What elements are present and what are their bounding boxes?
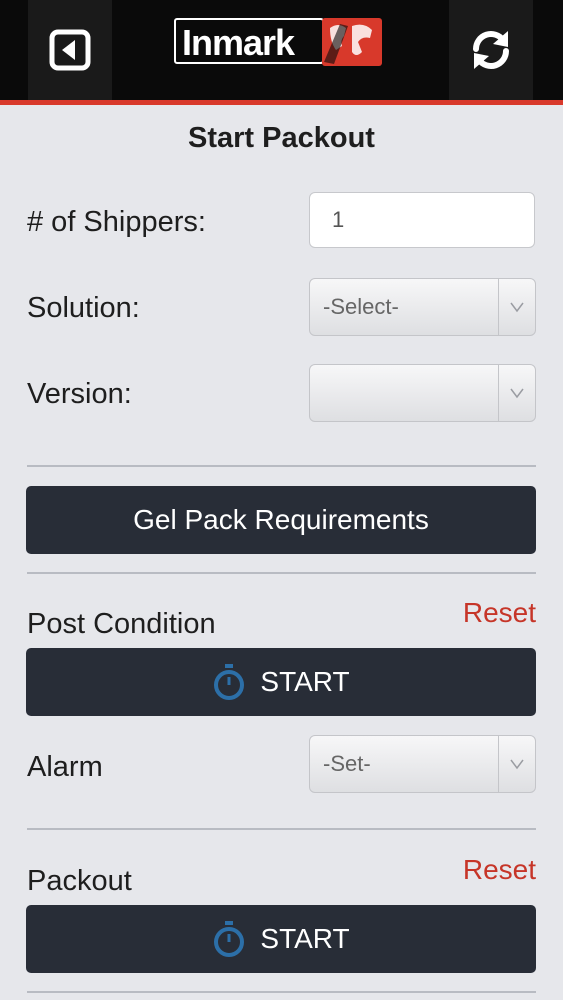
version-select[interactable] <box>309 364 536 422</box>
divider <box>27 572 536 574</box>
logo-text: Inmark <box>182 22 295 63</box>
chevron-down-icon <box>498 736 535 792</box>
chevron-down-icon <box>498 279 535 335</box>
shippers-label: # of Shippers: <box>27 206 206 238</box>
solution-value: -Select- <box>323 294 399 319</box>
gel-pack-button-label: Gel Pack Requirements <box>133 504 429 535</box>
shippers-input[interactable]: 1 <box>309 192 535 248</box>
chevron-down-icon <box>498 365 535 421</box>
back-arrow-icon <box>49 29 91 71</box>
back-button[interactable] <box>28 0 112 100</box>
packout-reset-link[interactable]: Reset <box>463 854 536 886</box>
page-title: Start Packout <box>188 122 375 154</box>
post-condition-title: Post Condition <box>27 608 216 640</box>
globe-icon <box>324 24 372 64</box>
app-header: Inmark <box>0 0 563 100</box>
post-condition-start-label: START <box>260 666 350 697</box>
solution-label: Solution: <box>27 292 140 324</box>
packout-start-label: START <box>260 923 350 954</box>
logo-globe-badge <box>322 18 382 66</box>
alarm-value: -Set- <box>323 751 371 776</box>
alarm-select[interactable]: -Set- <box>309 735 536 793</box>
divider <box>27 991 536 993</box>
stopwatch-icon <box>212 920 246 958</box>
alarm-label: Alarm <box>27 751 103 783</box>
packout-title: Packout <box>27 865 132 897</box>
header-accent-bar <box>0 100 563 105</box>
inmark-logo: Inmark <box>174 18 384 74</box>
packout-start-button[interactable]: START <box>26 905 536 973</box>
version-label: Version: <box>27 378 132 410</box>
divider <box>27 465 536 467</box>
post-condition-reset-link[interactable]: Reset <box>463 597 536 629</box>
stopwatch-icon <box>212 663 246 701</box>
logo-frame: Inmark <box>174 18 324 64</box>
post-condition-start-button[interactable]: START <box>26 648 536 716</box>
gel-pack-requirements-button[interactable]: Gel Pack Requirements <box>26 486 536 554</box>
solution-select[interactable]: -Select- <box>309 278 536 336</box>
refresh-button[interactable] <box>449 0 533 100</box>
divider <box>27 828 536 830</box>
refresh-icon <box>473 31 509 69</box>
